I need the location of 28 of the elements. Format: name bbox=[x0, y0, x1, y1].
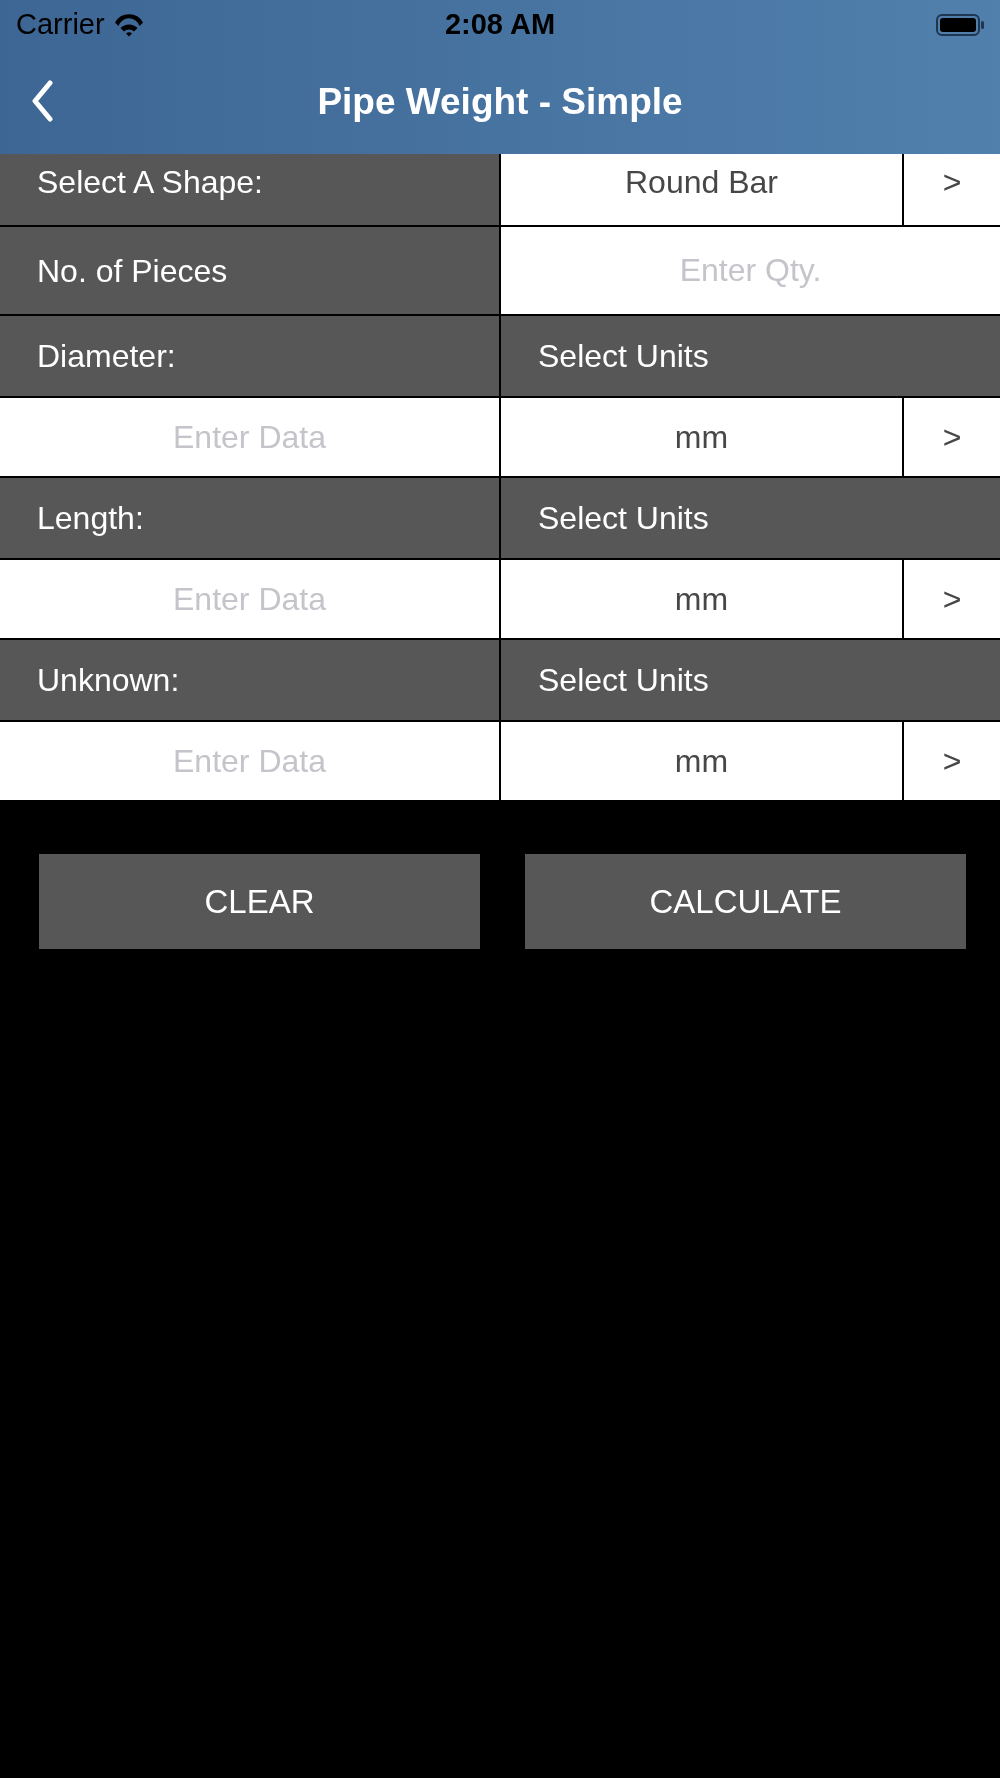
chevron-button[interactable]: > bbox=[904, 154, 1000, 225]
chevron-button[interactable]: > bbox=[904, 560, 1000, 638]
units-header: Select Units bbox=[501, 640, 1000, 720]
field-label: No. of Pieces bbox=[0, 227, 499, 314]
field-label: Diameter: bbox=[0, 316, 499, 396]
clear-button[interactable]: CLEAR bbox=[39, 854, 480, 949]
quantity-field[interactable]: Enter Qty. bbox=[501, 227, 1000, 314]
calculate-button[interactable]: CALCULATE bbox=[525, 854, 966, 949]
field-label: Select A Shape: bbox=[0, 154, 499, 225]
input-field[interactable]: Enter Data bbox=[0, 398, 499, 476]
screen-title: Pipe Weight - Simple bbox=[317, 80, 683, 125]
status-time: 2:08 AM bbox=[444, 7, 556, 43]
battery-icon bbox=[936, 14, 984, 36]
input-field[interactable]: Enter Data bbox=[0, 560, 499, 638]
chevron-button[interactable]: > bbox=[904, 722, 1000, 800]
unit-picker-button[interactable]: mm bbox=[501, 398, 902, 476]
carrier-label: Carrier bbox=[16, 7, 105, 43]
unit-picker-button[interactable]: mm bbox=[501, 560, 902, 638]
input-field[interactable]: Enter Data bbox=[0, 722, 499, 800]
shape-picker-button[interactable]: Round Bar bbox=[501, 154, 902, 225]
wifi-icon bbox=[112, 13, 145, 37]
field-label: Length: bbox=[0, 478, 499, 558]
unit-picker-button[interactable]: mm bbox=[501, 722, 902, 800]
units-header: Select Units bbox=[501, 316, 1000, 396]
chevron-button[interactable]: > bbox=[904, 398, 1000, 476]
units-header: Select Units bbox=[501, 478, 1000, 558]
back-icon[interactable] bbox=[30, 80, 56, 124]
field-label: Unknown: bbox=[0, 640, 499, 720]
